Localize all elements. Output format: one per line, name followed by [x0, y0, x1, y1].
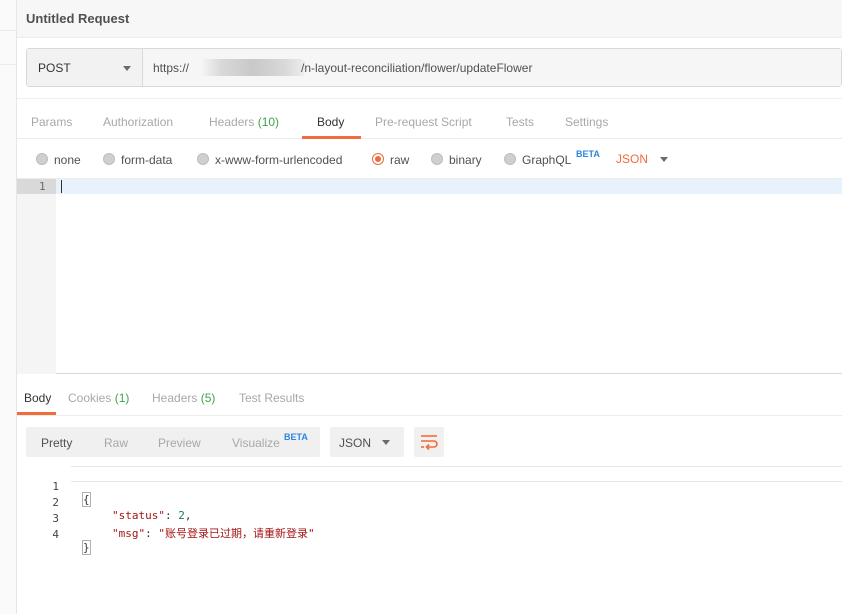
tab-count: (5) [200, 391, 216, 405]
radio-urlencoded[interactable] [197, 153, 209, 165]
line-number: 4 [52, 528, 59, 541]
view-preview[interactable]: Preview [158, 436, 201, 450]
code-line: 3 "msg": "账号登录已过期，请重新登录" [17, 499, 842, 540]
text-cursor [61, 180, 62, 193]
tab-authorization[interactable]: Authorization [103, 115, 173, 129]
response-format-select[interactable]: JSON [330, 427, 404, 457]
editor-line-number: 1 [39, 180, 46, 193]
tab-label: Params [31, 115, 73, 129]
graphql-beta-badge: BETA [576, 149, 600, 159]
wrap-lines-button[interactable] [414, 427, 444, 457]
url-scheme: https:// [153, 61, 190, 75]
url-bar: POST https:// /n-layout-reconciliation/f… [26, 48, 842, 87]
tab-label: Body [317, 115, 345, 129]
tab-count: (10) [257, 115, 280, 129]
tab-test-results[interactable]: Test Results [239, 391, 304, 405]
option-binary-label[interactable]: binary [449, 153, 482, 167]
line-content: } [82, 540, 91, 555]
redacted-host-blur [201, 59, 305, 76]
editor-current-line [17, 179, 842, 194]
close-brace: } [82, 540, 91, 555]
response-tabs: Body Cookies (1) Headers (5) Test Result… [17, 378, 842, 416]
code-line: 1 { [17, 467, 842, 507]
tab-pre-request-script[interactable]: Pre-request Script [375, 115, 472, 129]
tab-label: Authorization [103, 115, 174, 129]
tab-label: Settings [565, 115, 609, 129]
tab-label: Headers [209, 115, 255, 129]
request-tabs: Params Authorization Headers (10) Body P… [17, 98, 842, 139]
tab-response-headers[interactable]: Headers (5) [152, 391, 215, 405]
request-workspace: Untitled Request POST https:// /n-layout… [17, 0, 842, 614]
option-form-data-label[interactable]: form-data [121, 153, 172, 167]
view-visualize[interactable]: Visualize [232, 436, 280, 450]
view-mode-group: Pretty Raw Preview Visualize BETA [26, 427, 320, 457]
tab-label: Body [24, 391, 52, 405]
tab-headers[interactable]: Headers (10) [209, 115, 279, 129]
tab-params[interactable]: Params [31, 115, 72, 129]
response-body-viewer[interactable]: 1 { 2 "status": 2, 3 "msg": "账号登录已过期，请重新… [17, 466, 842, 555]
editor-gutter [17, 179, 56, 374]
option-urlencoded-label[interactable]: x-www-form-urlencoded [215, 153, 342, 167]
code-line: 2 "status": 2, [17, 483, 842, 522]
view-pretty[interactable]: Pretty [41, 436, 72, 450]
option-none-label[interactable]: none [54, 153, 81, 167]
radio-raw[interactable] [372, 153, 384, 165]
url-input[interactable]: https:// /n-layout-reconciliation/flower… [143, 49, 841, 86]
left-sidebar-edge [0, 0, 17, 614]
tab-count: (1) [114, 391, 130, 405]
chevron-down-icon [123, 66, 131, 71]
tab-label: Cookies [68, 391, 112, 405]
tab-label: Headers [152, 391, 198, 405]
active-tab-indicator [302, 136, 361, 139]
response-format-label: JSON [339, 436, 372, 450]
radio-binary[interactable] [431, 153, 443, 165]
body-type-options: none form-data x-www-form-urlencoded raw… [17, 140, 842, 178]
body-format-label: JSON [616, 152, 649, 166]
wrap-lines-icon [421, 435, 438, 451]
url-path: /n-layout-reconciliation/flower/updateFl… [301, 61, 533, 75]
request-title[interactable]: Untitled Request [26, 11, 129, 26]
tab-body[interactable]: Body [317, 115, 344, 129]
tab-label: Test Results [239, 391, 305, 405]
option-raw-label[interactable]: raw [390, 153, 409, 167]
tab-settings[interactable]: Settings [565, 115, 608, 129]
method-select[interactable]: POST [27, 49, 143, 86]
tab-tests[interactable]: Tests [506, 115, 534, 129]
code-line: 4 } [17, 515, 842, 555]
view-raw[interactable]: Raw [104, 436, 128, 450]
method-label: POST [38, 61, 71, 75]
body-format-select[interactable]: JSON [616, 152, 648, 166]
option-graphql-label[interactable]: GraphQL [522, 153, 571, 167]
tab-cookies[interactable]: Cookies (1) [68, 391, 129, 405]
tab-label: Tests [506, 115, 535, 129]
chevron-down-icon [382, 440, 390, 445]
sidebar-divider [0, 30, 17, 65]
request-body-editor[interactable]: 1 [17, 178, 842, 374]
radio-none[interactable] [36, 153, 48, 165]
tab-response-body[interactable]: Body [24, 391, 51, 405]
active-tab-indicator [17, 412, 56, 415]
editor-gutter-active [17, 179, 56, 194]
tab-label: Pre-request Script [375, 115, 472, 129]
request-title-bar: Untitled Request [17, 0, 842, 38]
radio-graphql[interactable] [504, 153, 516, 165]
radio-form-data[interactable] [103, 153, 115, 165]
visualize-beta-badge: BETA [284, 432, 308, 442]
chevron-down-icon [660, 157, 668, 162]
